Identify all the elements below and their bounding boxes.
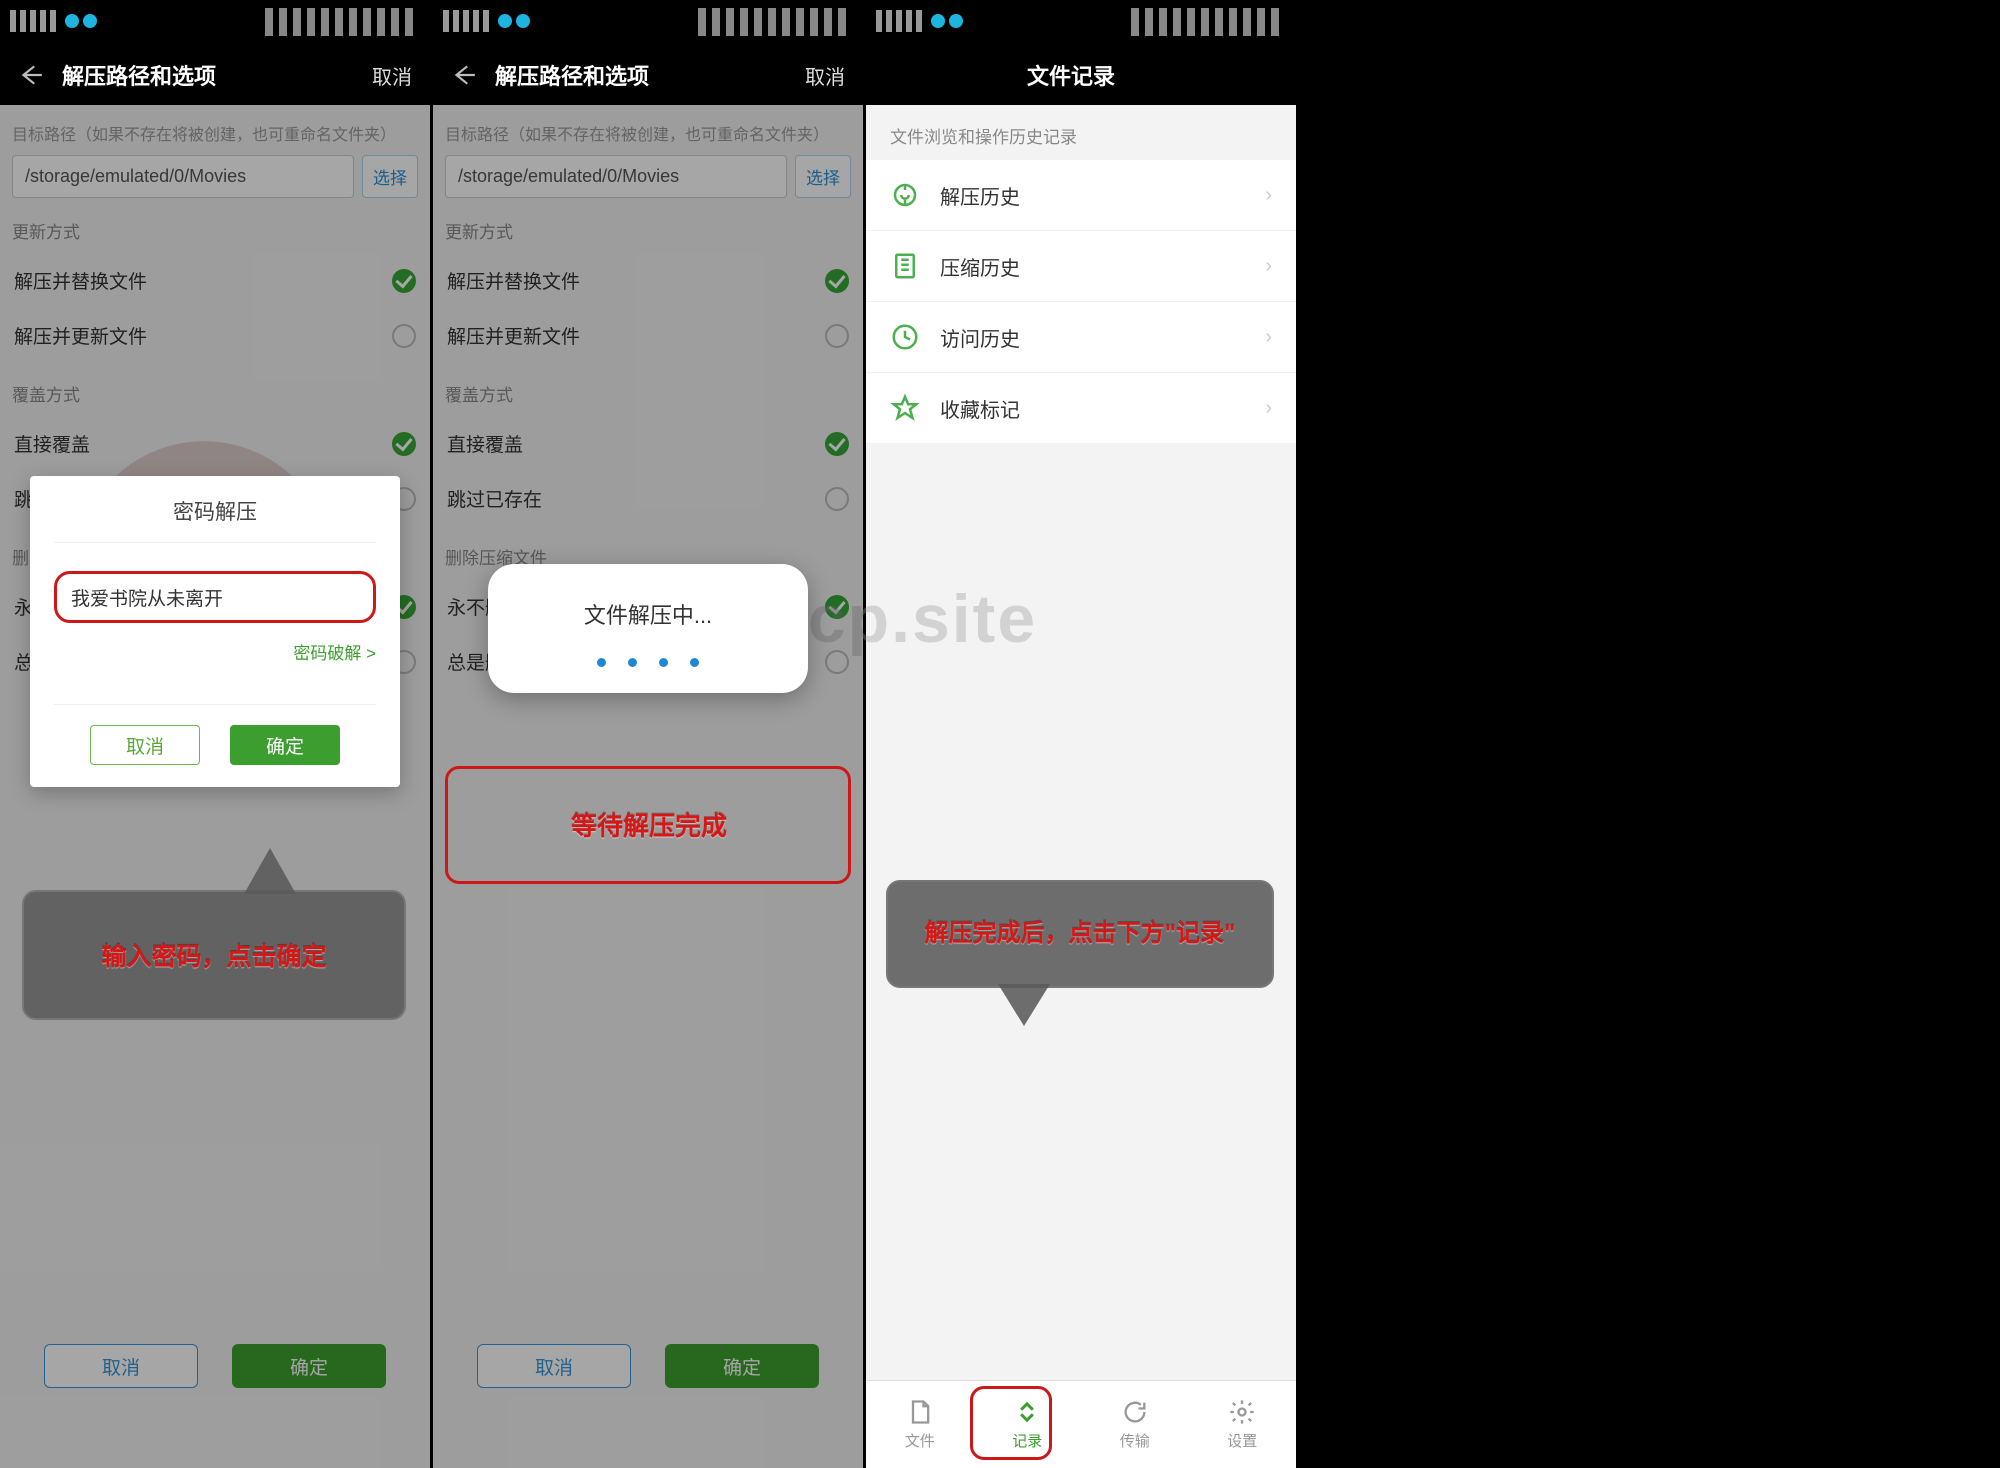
nav-label: 传输 [1120,1430,1150,1451]
path-hint: 目标路径（如果不存在将被创建，也可重命名文件夹） [12,121,418,145]
annotation-text: 解压完成后，点击下方"记录" [925,918,1236,949]
list-item-unzip[interactable]: 解压历史 › [866,160,1296,231]
footer-cancel-button[interactable]: 取消 [477,1344,631,1388]
radio-unchecked-icon [392,324,416,348]
option-replace[interactable]: 解压并替换文件 [12,253,418,308]
list-item-visit[interactable]: 访问历史 › [866,302,1296,373]
annotation-text: 等待解压完成 [571,806,727,843]
list-item-zip[interactable]: 压缩历史 › [866,231,1296,302]
radio-checked-icon [392,432,416,456]
footer-ok-button[interactable]: 确定 [665,1344,819,1388]
title-bar: 文件记录 [866,45,1296,105]
unzip-icon [890,180,920,210]
file-icon [906,1398,934,1426]
footer-cancel-button[interactable]: 取消 [44,1344,198,1388]
path-input[interactable]: /storage/emulated/0/Movies [12,155,354,198]
extracting-toast: 文件解压中... [488,564,808,693]
highlight-box [970,1386,1052,1460]
nav-file[interactable]: 文件 [866,1381,974,1468]
list-item-label: 收藏标记 [940,394,1020,423]
dialog-cancel-button[interactable]: 取消 [90,725,200,765]
bottom-nav: 文件 记录 传输 设置 [866,1380,1296,1468]
password-dialog: 密码解压 密码破解 > 取消 确定 [30,476,400,787]
option-update-label: 解压并更新文件 [447,322,580,349]
toast-message: 文件解压中... [508,598,788,630]
clock-icon [890,322,920,352]
option-direct-label: 直接覆盖 [447,430,523,457]
option-update-label: 解压并更新文件 [14,322,147,349]
radio-unchecked-icon [825,487,849,511]
back-icon[interactable] [18,62,44,88]
screen-1: 解压路径和选项 取消 目标路径（如果不存在将被创建，也可重命名文件夹） /sto… [0,0,430,1468]
option-skip-label: 跳过已存在 [447,485,542,512]
password-input[interactable] [54,571,376,623]
chevron-right-icon: › [1265,255,1272,278]
nav-label: 设置 [1227,1430,1257,1451]
transfer-icon [1121,1398,1149,1426]
path-input[interactable]: /storage/emulated/0/Movies [445,155,787,198]
back-icon[interactable] [451,62,477,88]
page-title: 解压路径和选项 [62,59,372,91]
annotation-bubble: 输入密码，点击确定 [22,890,406,1020]
title-bar: 解压路径和选项 取消 [0,45,430,105]
status-bar [0,0,430,45]
annotation-bubble: 等待解压完成 [533,800,765,848]
page-title: 文件记录 [866,59,1278,91]
annotation-bubble: 解压完成后，点击下方"记录" [886,880,1274,988]
radio-unchecked-icon [825,324,849,348]
nav-transfer[interactable]: 传输 [1081,1381,1189,1468]
update-mode-label: 更新方式 [445,218,851,243]
cancel-button[interactable]: 取消 [805,61,845,90]
zip-icon [890,251,920,281]
option-direct[interactable]: 直接覆盖 [12,416,418,471]
update-mode-label: 更新方式 [12,218,418,243]
status-bar [866,0,1296,45]
loading-dots-icon [508,658,788,667]
list-item-fav[interactable]: 收藏标记 › [866,373,1296,444]
gear-icon [1228,1398,1256,1426]
option-direct-label: 直接覆盖 [14,430,90,457]
radio-unchecked-icon [825,650,849,674]
chevron-right-icon: › [1265,397,1272,420]
list-item-label: 解压历史 [940,181,1020,210]
option-replace-label: 解压并替换文件 [14,267,147,294]
annotation-text: 输入密码，点击确定 [101,937,326,973]
screen-2: 解压路径和选项 取消 目标路径（如果不存在将被创建，也可重命名文件夹） /sto… [433,0,863,1468]
list-item-label: 压缩历史 [940,252,1020,281]
path-select-button[interactable]: 选择 [362,155,418,198]
crack-password-link[interactable]: 密码破解 > [54,639,376,664]
radio-checked-icon [825,595,849,619]
overwrite-label: 覆盖方式 [12,381,418,406]
overwrite-label: 覆盖方式 [445,381,851,406]
chevron-right-icon: › [1265,326,1272,349]
radio-checked-icon [825,269,849,293]
option-update[interactable]: 解压并更新文件 [12,308,418,363]
path-select-button[interactable]: 选择 [795,155,851,198]
list-subtitle: 文件浏览和操作历史记录 [866,105,1296,160]
cancel-button[interactable]: 取消 [372,61,412,90]
dialog-title: 密码解压 [54,476,376,543]
footer-ok-button[interactable]: 确定 [232,1344,386,1388]
nav-settings[interactable]: 设置 [1189,1381,1297,1468]
chevron-right-icon: › [1265,184,1272,207]
radio-checked-icon [825,432,849,456]
status-bar [433,0,863,45]
option-replace-label: 解压并替换文件 [447,267,580,294]
dialog-ok-button[interactable]: 确定 [230,725,340,765]
page-title: 解压路径和选项 [495,59,805,91]
nav-label: 文件 [905,1430,935,1451]
title-bar: 解压路径和选项 取消 [433,45,863,105]
list-item-label: 访问历史 [940,323,1020,352]
screen-3: 文件记录 文件浏览和操作历史记录 解压历史 › 压缩历史 › 访问历史 › 收藏… [866,0,1296,1468]
path-hint: 目标路径（如果不存在将被创建，也可重命名文件夹） [445,121,851,145]
radio-checked-icon [392,269,416,293]
star-icon [890,393,920,423]
